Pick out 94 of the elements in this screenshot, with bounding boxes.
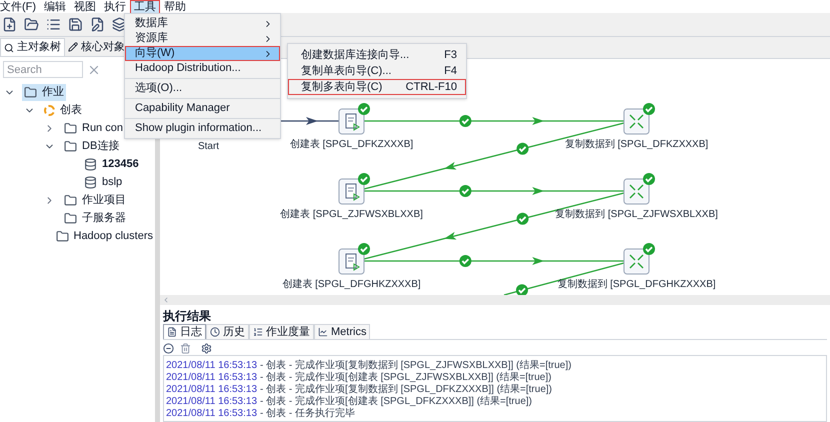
- step-label: 创建表 [SPGL_DFGHKZXXXB]: [282, 278, 421, 292]
- tree-label: 子服务器: [82, 210, 126, 226]
- menu-entry[interactable]: 复制单表向导(C)... F4: [288, 63, 466, 79]
- tab-icon: [210, 327, 220, 337]
- open-folder-icon[interactable]: [24, 17, 39, 32]
- new-file-icon[interactable]: [2, 17, 17, 32]
- step-label: 创建表 [SPGL_DFKZXXXB]: [290, 138, 414, 152]
- database-icon: [84, 158, 97, 170]
- menu-entry[interactable]: 选项(O)...: [125, 81, 280, 96]
- step-label: 创建表 [SPGL_ZJFWSXBLXXB]: [280, 208, 423, 222]
- menu-entry[interactable]: 复制多表向导(C) CTRL-F10: [288, 79, 466, 95]
- step-label: Start: [198, 140, 220, 154]
- horizontal-scrollbar[interactable]: [160, 295, 830, 305]
- tree-item[interactable]: Run con: [62, 120, 125, 136]
- menu-entry[interactable]: Hadoop Distribution...: [125, 61, 280, 76]
- tree-item[interactable]: 作业项目: [62, 192, 128, 208]
- tree-label: 创表: [60, 102, 82, 118]
- sql-step-node[interactable]: [338, 108, 364, 134]
- folder-icon: [56, 230, 68, 242]
- panel-tab[interactable]: 核心对象: [65, 38, 128, 56]
- step-label: 复制数据到 [SPGL_ZJFWSXBLXXB]: [555, 208, 718, 222]
- search-field[interactable]: Search: [3, 61, 83, 78]
- log-message: - 创表 - 完成作业项[创建表 [SPGL_ZJFWSXBLXXB]] (结果=[true]): [260, 370, 552, 382]
- tab-icon: [318, 327, 328, 337]
- tree-item[interactable]: 创表: [42, 102, 84, 118]
- copy-step-node[interactable]: [624, 248, 650, 274]
- log-time: 2021/08/11 16:53:13: [166, 406, 258, 420]
- shortcut-label: F3: [444, 48, 457, 63]
- copy-step-node[interactable]: [624, 178, 650, 204]
- log-message: - 创表 - 完成作业项[复制数据到 [SPGL_ZJFWSXBLXXB]] (结果=[true]): [260, 358, 572, 370]
- menu-item[interactable]: 执行: [100, 0, 130, 14]
- menu-entry[interactable]: Show plugin information...: [125, 121, 280, 136]
- tree-item[interactable]: 作业: [22, 84, 66, 100]
- shortcut-label: CTRL-F10: [406, 80, 457, 95]
- tree-label: 123456: [102, 156, 139, 172]
- results-tab[interactable]: Metrics: [314, 324, 370, 339]
- log-message: - 创表 - 完成作业项[创建表 [SPGL_DFKZXXXB]] (结果=[true]): [260, 394, 532, 406]
- results-tab[interactable]: 历史: [206, 324, 249, 339]
- layers-icon[interactable]: [112, 17, 127, 32]
- log-time: 2021/08/11 16:53:13: [166, 382, 258, 396]
- menu-item[interactable]: 工具: [130, 0, 160, 14]
- folder-icon: [24, 86, 37, 98]
- tree-label: bslp: [102, 174, 122, 190]
- sql-step-node[interactable]: [338, 248, 364, 274]
- tree-item[interactable]: 123456: [82, 156, 141, 172]
- menu-entry[interactable]: Capability Manager: [125, 101, 280, 116]
- shortcut-label: F4: [444, 64, 457, 79]
- save-as-icon[interactable]: [90, 17, 105, 32]
- tree-item[interactable]: bslp: [82, 174, 124, 190]
- pencil-icon: [68, 42, 78, 52]
- tree-label: 作业项目: [82, 192, 126, 208]
- job-icon: [44, 104, 55, 116]
- tree-label: DB连接: [82, 138, 120, 154]
- menu-item[interactable]: 文件(F): [0, 0, 40, 14]
- results-tab[interactable]: 日志: [163, 324, 206, 339]
- folder-icon: [64, 140, 77, 152]
- log-time: 2021/08/11 16:53:13: [166, 358, 258, 372]
- folder-icon: [64, 122, 77, 134]
- copy-step-node[interactable]: [624, 108, 650, 134]
- list-icon[interactable]: [46, 17, 61, 32]
- menu-item[interactable]: 编辑: [40, 0, 70, 14]
- tree-label: Run con: [82, 120, 123, 136]
- log-message: - 创表 - 任务执行完毕: [260, 406, 356, 420]
- stop-icon[interactable]: [163, 342, 174, 354]
- tree-item[interactable]: Hadoop clusters: [54, 228, 155, 244]
- settings-icon[interactable]: [201, 342, 212, 354]
- tree-label: 作业: [42, 84, 64, 100]
- panel-title: 执行结果: [163, 308, 212, 324]
- save-icon[interactable]: [68, 17, 83, 32]
- results-tab[interactable]: 作业度量: [249, 324, 314, 339]
- trash-icon[interactable]: [180, 342, 191, 354]
- folder-icon: [64, 194, 77, 206]
- folder-icon: [64, 212, 77, 224]
- panel-tab[interactable]: 主对象树: [0, 38, 65, 56]
- menu-entry[interactable]: 创建数据库连接向导... F3: [288, 47, 466, 63]
- database-icon: [84, 176, 97, 188]
- tab-icon: [167, 327, 177, 337]
- menu-entry[interactable]: 数据库: [125, 16, 280, 31]
- sql-step-node[interactable]: [338, 178, 364, 204]
- menu-entry[interactable]: 向导(W): [125, 46, 280, 61]
- search-icon: [4, 42, 14, 52]
- tree-label: Hadoop clusters: [74, 228, 153, 244]
- log-time: 2021/08/11 16:53:13: [166, 370, 258, 384]
- step-label: 复制数据到 [SPGL_DFKZXXXB]: [564, 138, 708, 152]
- connector-arrow: [279, 117, 339, 125]
- menu-entry[interactable]: 资源库: [125, 31, 280, 46]
- tab-icon: [253, 327, 263, 337]
- menu-item[interactable]: 视图: [70, 0, 100, 14]
- menu-item[interactable]: 帮助: [160, 0, 190, 14]
- log-message: - 创表 - 完成作业项[复制数据到 [SPGL_DFKZXXXB]] (结果=[true]): [260, 382, 552, 394]
- tree-item[interactable]: 子服务器: [62, 210, 128, 226]
- log-time: 2021/08/11 16:53:13: [166, 394, 258, 408]
- tree-item[interactable]: DB连接: [62, 138, 122, 154]
- step-label: 复制数据到 [SPGL_DFGHKZXXXB]: [557, 278, 716, 292]
